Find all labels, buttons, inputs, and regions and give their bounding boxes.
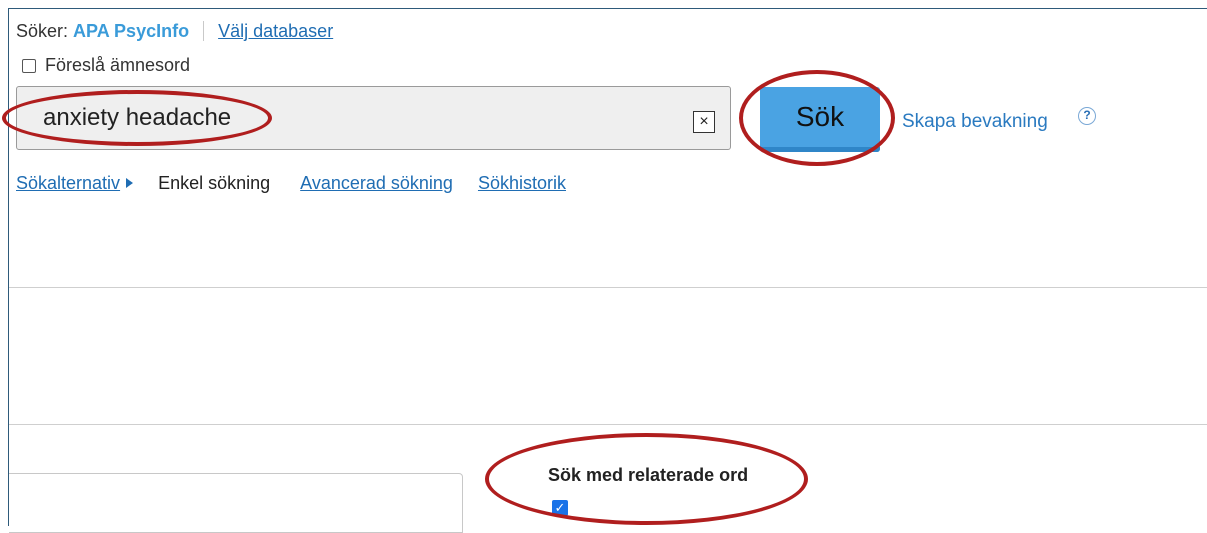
- search-input[interactable]: anxiety headache ×: [16, 86, 731, 150]
- suggest-subject-label: Föreslå ämnesord: [45, 55, 191, 75]
- caret-right-icon[interactable]: [126, 178, 134, 188]
- searching-label: Söker:: [16, 21, 69, 41]
- divider-line: [9, 424, 1207, 425]
- database-name: APA PsycInfo: [73, 21, 190, 41]
- suggest-subject-terms[interactable]: Föreslå ämnesord: [22, 55, 190, 76]
- search-button[interactable]: Sök: [760, 87, 880, 152]
- search-query-text[interactable]: anxiety headache: [43, 104, 231, 132]
- choose-databases-link[interactable]: Välj databaser: [218, 21, 333, 41]
- options-panel: [9, 473, 463, 533]
- advanced-search-link[interactable]: Avancerad sökning: [300, 173, 453, 193]
- search-button-label: Sök: [795, 101, 845, 132]
- create-alert-link[interactable]: Skapa bevakning: [902, 111, 1048, 133]
- search-nav: Sökalternativ Enkel sökning Avancerad sö…: [16, 173, 566, 194]
- search-history-link[interactable]: Sökhistorik: [478, 173, 566, 193]
- searching-in-bar: Söker: APA PsycInfo Välj databaser: [16, 21, 333, 42]
- related-words-label: Sök med relaterade ord: [548, 465, 749, 485]
- search-options-link[interactable]: Sökalternativ: [16, 173, 120, 193]
- divider-line: [9, 287, 1207, 288]
- related-words-checkbox[interactable]: ✓: [552, 500, 568, 516]
- help-icon[interactable]: ?: [1078, 107, 1096, 125]
- search-button-underbar: [760, 147, 880, 152]
- suggest-subject-checkbox[interactable]: [22, 58, 36, 73]
- basic-search-label: Enkel sökning: [158, 173, 271, 193]
- divider: [203, 21, 205, 41]
- clear-search-icon[interactable]: ×: [693, 111, 715, 133]
